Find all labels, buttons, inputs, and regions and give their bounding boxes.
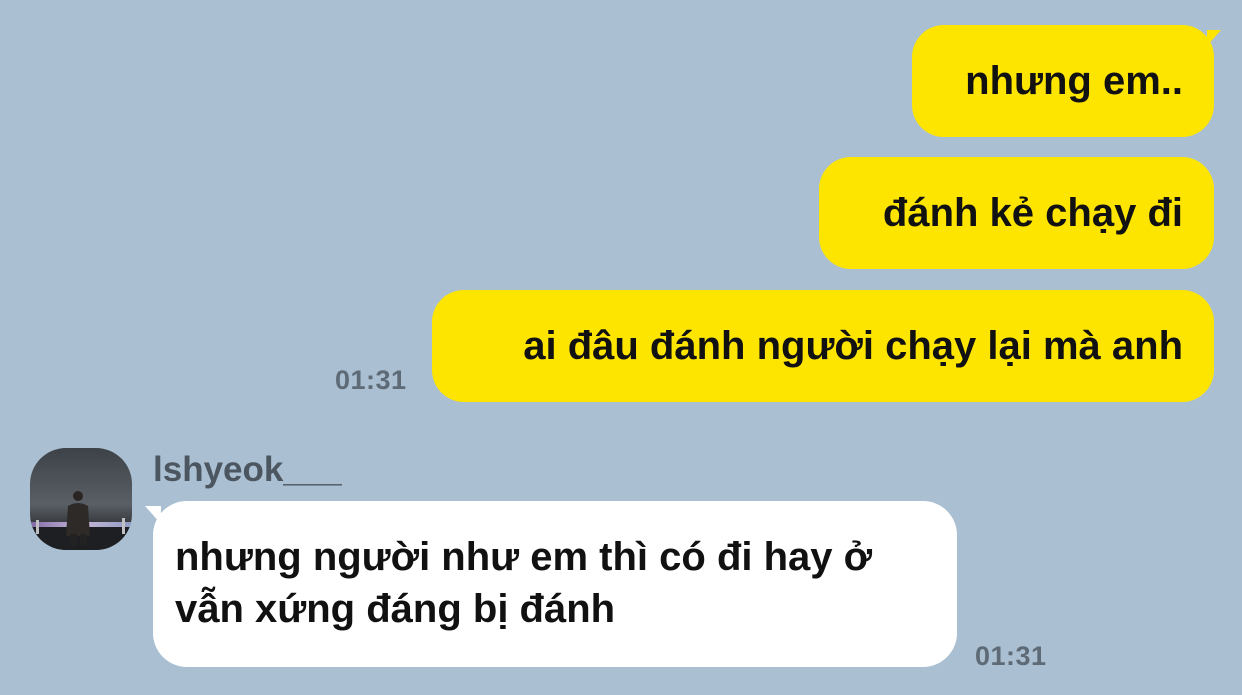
incoming-message[interactable]: nhưng người như em thì có đi hay ở vẫn x… — [153, 501, 957, 667]
chat-area: nhưng em.. đánh kẻ chạy đi ai đâu đánh n… — [0, 0, 1242, 695]
incoming-message-text: nhưng người như em thì có đi hay ở vẫn x… — [175, 535, 873, 631]
outgoing-message-2[interactable]: đánh kẻ chạy đi — [819, 157, 1214, 269]
outgoing-message-3-text: ai đâu đánh người chạy lại mà anh — [523, 324, 1183, 368]
sender-name: lshyeok___ — [153, 450, 342, 489]
incoming-timestamp: 01:31 — [975, 641, 1047, 671]
outgoing-message-1-text: nhưng em.. — [965, 59, 1183, 103]
outgoing-message-2-text: đánh kẻ chạy đi — [882, 191, 1183, 235]
outgoing-timestamp: 01:31 — [335, 365, 407, 395]
avatar-photo-icon — [30, 448, 132, 550]
outgoing-bubble-tail-icon — [1207, 30, 1221, 46]
outgoing-message-1[interactable]: nhưng em.. — [912, 25, 1214, 137]
sender-avatar[interactable] — [30, 448, 132, 550]
outgoing-message-3[interactable]: ai đâu đánh người chạy lại mà anh — [432, 290, 1214, 402]
